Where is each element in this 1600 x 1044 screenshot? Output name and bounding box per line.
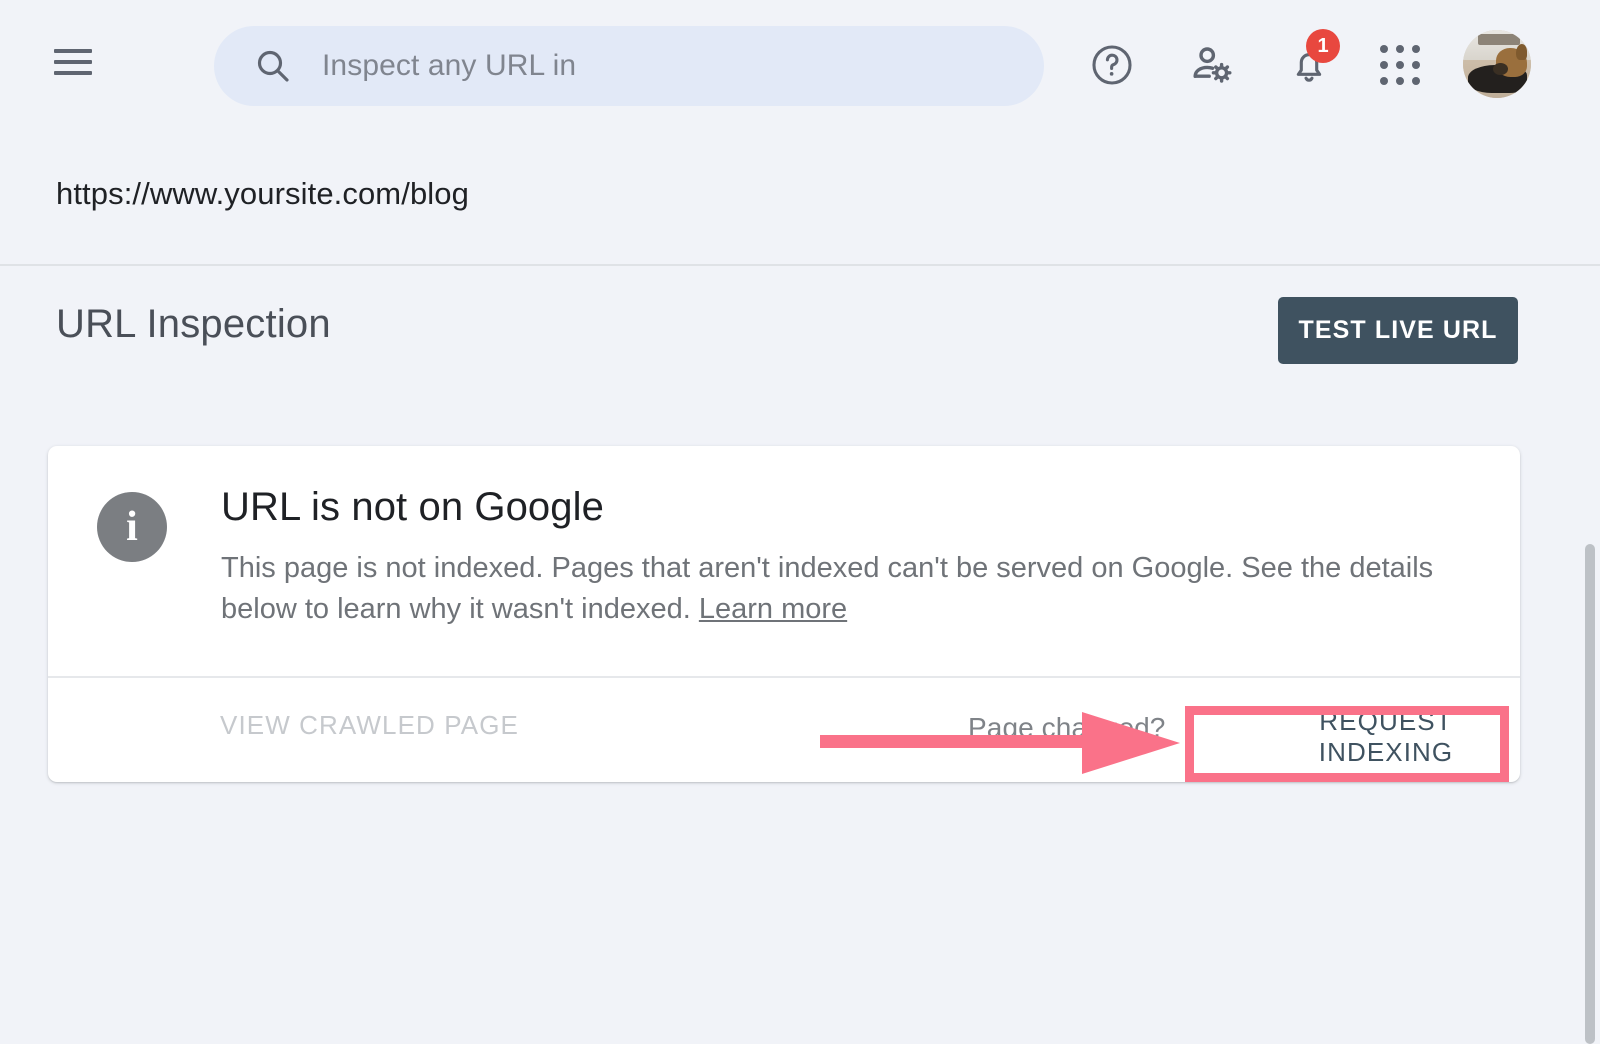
grid-dot (1380, 77, 1388, 85)
hamburger-bar (54, 60, 92, 64)
view-crawled-page-button[interactable]: VIEW CRAWLED PAGE (220, 710, 519, 741)
avatar-photo-dog-snout (1493, 63, 1508, 75)
card-body: i URL is not on Google This page is not … (48, 446, 1520, 676)
hamburger-bar (54, 49, 92, 53)
avatar-photo-detail (1478, 34, 1520, 45)
grid-dot (1396, 77, 1404, 85)
inspected-url-text: https://www.yoursite.com/blog (56, 176, 469, 212)
info-circle-icon: i (97, 492, 167, 562)
grid-dot (1396, 45, 1404, 53)
url-status-card: i URL is not on Google This page is not … (48, 446, 1520, 782)
hamburger-bar (54, 71, 92, 75)
apps-grid-icon[interactable] (1371, 36, 1429, 94)
header-divider (0, 264, 1600, 266)
search-icon (252, 45, 294, 87)
avatar[interactable] (1463, 30, 1531, 98)
top-bar: Inspect any URL in 1 (0, 0, 1600, 133)
hamburger-menu-icon[interactable] (54, 47, 92, 79)
test-live-url-button[interactable]: TEST LIVE URL (1278, 297, 1518, 364)
help-circle-icon[interactable] (1083, 36, 1141, 94)
grid-dot (1380, 45, 1388, 53)
avatar-photo-dog-ear (1516, 44, 1527, 60)
request-indexing-button[interactable]: REQUEST INDEXING (1252, 706, 1520, 768)
person-gear-icon[interactable] (1182, 36, 1240, 94)
apps-grid-dots (1380, 45, 1420, 85)
scrollbar-thumb[interactable] (1585, 544, 1595, 1044)
card-heading: URL is not on Google (221, 485, 604, 530)
search-placeholder-text: Inspect any URL in (322, 49, 576, 83)
scrollbar-track[interactable] (1578, 266, 1600, 850)
grid-dot (1412, 77, 1420, 85)
card-description-text: This page is not indexed. Pages that are… (221, 548, 1441, 630)
page-title: URL Inspection (56, 302, 331, 347)
grid-dot (1380, 61, 1388, 69)
grid-dot (1412, 61, 1420, 69)
bell-icon[interactable] (1280, 36, 1338, 94)
learn-more-link[interactable]: Learn more (699, 593, 847, 625)
grid-dot (1396, 61, 1404, 69)
card-footer: VIEW CRAWLED PAGE Page changed? REQUEST … (48, 678, 1520, 782)
page-changed-label: Page changed? (968, 712, 1165, 744)
grid-dot (1412, 45, 1420, 53)
search-input[interactable]: Inspect any URL in (214, 26, 1044, 106)
